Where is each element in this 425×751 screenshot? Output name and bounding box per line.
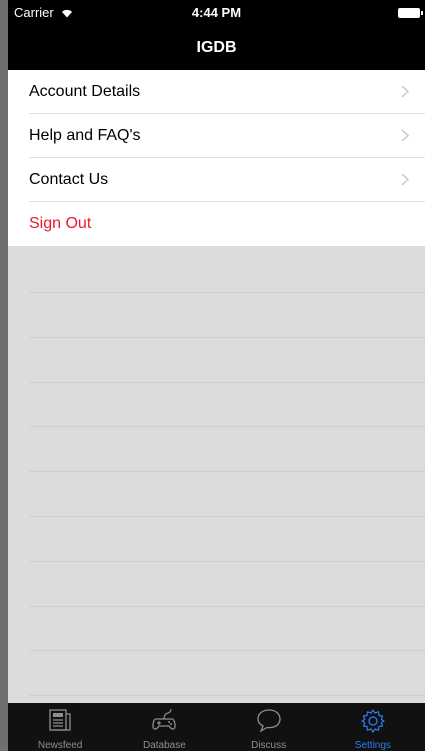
- menu-item-help-faq[interactable]: Help and FAQ's: [8, 114, 425, 158]
- battery-icon: [398, 8, 423, 18]
- table-separator: [29, 561, 425, 562]
- table-separator: [29, 426, 425, 427]
- settings-menu: Account Details Help and FAQ's Contact U…: [8, 70, 425, 246]
- chevron-right-icon: [401, 85, 409, 98]
- table-separator: [29, 292, 425, 293]
- table-separator: [29, 606, 425, 607]
- table-separator: [29, 516, 425, 517]
- menu-item-label: Contact Us: [29, 171, 109, 188]
- status-bar: Carrier 4:44 PM: [8, 0, 425, 28]
- menu-item-label: Help and FAQ's: [29, 127, 141, 144]
- newspaper-icon: [49, 709, 71, 731]
- tab-label: Settings: [354, 740, 391, 751]
- empty-table-area: [8, 248, 425, 703]
- menu-item-label: Account Details: [29, 83, 141, 100]
- gear-icon: [361, 709, 385, 733]
- table-separator: [29, 471, 425, 472]
- table-separator: [29, 650, 425, 651]
- chat-bubble-icon: [256, 709, 281, 732]
- tab-bar: Newsfeed Database Discuss Settings: [8, 703, 425, 751]
- menu-item-contact-us[interactable]: Contact Us: [8, 158, 425, 202]
- tab-settings[interactable]: Settings: [321, 703, 425, 751]
- page-title: IGDB: [196, 39, 237, 56]
- tab-label: Discuss: [251, 740, 287, 751]
- tab-label: Newsfeed: [37, 740, 83, 751]
- table-separator: [29, 695, 425, 696]
- table-separator: [29, 382, 425, 383]
- tab-label: Database: [142, 740, 186, 751]
- gamepad-icon: [152, 708, 177, 730]
- status-time: 4:44 PM: [191, 5, 242, 20]
- tab-database[interactable]: Database: [112, 703, 216, 751]
- sign-out-button[interactable]: Sign Out: [8, 202, 425, 246]
- menu-item-label: Sign Out: [29, 215, 92, 232]
- chevron-right-icon: [401, 129, 409, 142]
- table-separator: [29, 337, 425, 338]
- menu-item-account-details[interactable]: Account Details: [8, 70, 425, 114]
- tab-discuss[interactable]: Discuss: [217, 703, 321, 751]
- navigation-bar: IGDB: [8, 28, 425, 70]
- app-screen: Carrier 4:44 PM IGDB Account Details Hel…: [8, 0, 425, 751]
- chevron-right-icon: [401, 173, 409, 186]
- tab-newsfeed[interactable]: Newsfeed: [8, 703, 112, 751]
